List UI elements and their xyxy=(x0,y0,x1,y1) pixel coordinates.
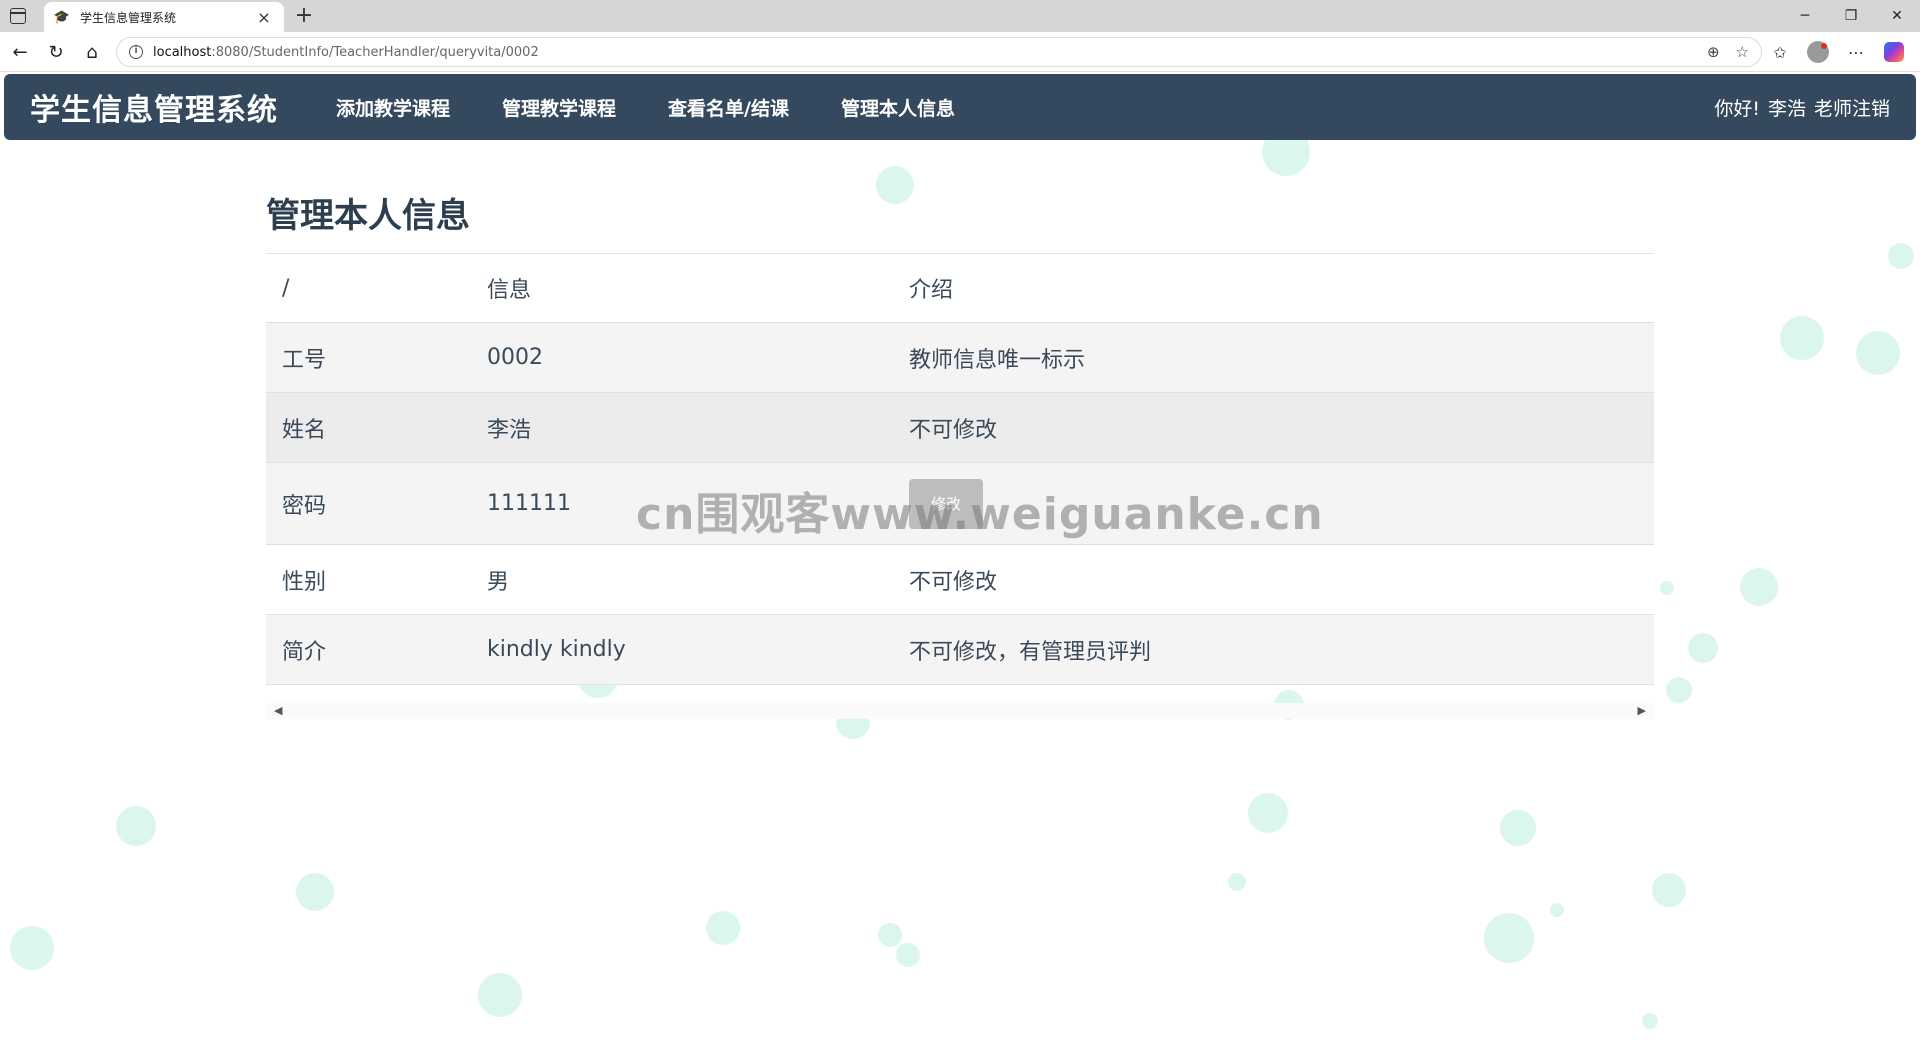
table-row: 简介 kindly kindly 不可修改，有管理员评判 xyxy=(266,614,1654,685)
minimize-icon[interactable]: ─ xyxy=(1782,0,1828,32)
horizontal-scrollbar[interactable]: ◀ ▶ xyxy=(266,703,1654,719)
main-content: 管理本人信息 / 信息 介绍 工号 0002 教师信息唯一标示 姓名 李浩 不可… xyxy=(266,193,1654,719)
logout-link[interactable]: 老师注销 xyxy=(1814,94,1890,121)
column-header: / xyxy=(266,253,471,323)
profile-table: / 信息 介绍 工号 0002 教师信息唯一标示 姓名 李浩 不可修改 密码 1… xyxy=(266,253,1654,685)
restore-icon[interactable]: ❐ xyxy=(1828,0,1874,32)
tab-actions-icon[interactable] xyxy=(10,8,26,24)
nav-manage-profile[interactable]: 管理本人信息 xyxy=(815,94,981,121)
close-tab-icon[interactable]: × xyxy=(254,8,274,27)
more-menu-icon[interactable]: ⋯ xyxy=(1842,38,1870,66)
nav-add-course[interactable]: 添加教学课程 xyxy=(310,94,476,121)
app-brand[interactable]: 学生信息管理系统 xyxy=(30,85,278,129)
table-row: 性别 男 不可修改 xyxy=(266,544,1654,615)
user-name: 李浩 xyxy=(1767,97,1806,120)
row-label: 姓名 xyxy=(266,392,471,463)
browser-toolbar: ← ↻ ⌂ i localhost:8080/StudentInfo/Teach… xyxy=(0,32,1920,72)
row-value: 男 xyxy=(471,544,893,615)
favorite-star-icon[interactable]: ☆ xyxy=(1736,43,1749,61)
row-note: 教师信息唯一标示 xyxy=(893,322,1654,393)
new-tab-button[interactable]: + xyxy=(290,3,318,29)
page-viewport: 学生信息管理系统 添加教学课程 管理教学课程 查看名单/结课 管理本人信息 你好… xyxy=(0,73,1920,1040)
scroll-left-icon[interactable]: ◀ xyxy=(274,704,282,717)
browser-tab-active[interactable]: 🎓 学生信息管理系统 × xyxy=(44,2,284,32)
app-navbar: 学生信息管理系统 添加教学课程 管理教学课程 查看名单/结课 管理本人信息 你好… xyxy=(4,74,1916,140)
scroll-right-icon[interactable]: ▶ xyxy=(1638,704,1646,717)
row-label: 性别 xyxy=(266,544,471,615)
nav-links: 添加教学课程 管理教学课程 查看名单/结课 管理本人信息 xyxy=(310,94,981,121)
page-title: 管理本人信息 xyxy=(266,196,470,236)
row-note: 不可修改 xyxy=(893,392,1654,463)
table-row: 工号 0002 教师信息唯一标示 xyxy=(266,322,1654,393)
watermark-text: cn围观客www.weiguanke.cn xyxy=(636,489,1324,540)
reload-icon[interactable]: ↻ xyxy=(42,38,70,66)
greeting: 你好! xyxy=(1714,97,1760,120)
row-note: 不可修改 xyxy=(893,544,1654,615)
back-icon[interactable]: ← xyxy=(6,38,34,66)
browser-tabstrip: 🎓 学生信息管理系统 × + ─ ❐ ✕ xyxy=(0,0,1920,32)
copilot-icon[interactable] xyxy=(1880,38,1908,66)
close-window-icon[interactable]: ✕ xyxy=(1874,0,1920,32)
tab-title: 学生信息管理系统 xyxy=(80,10,177,25)
window-controls: ─ ❐ ✕ xyxy=(1782,0,1920,32)
home-icon[interactable]: ⌂ xyxy=(78,38,106,66)
profile-avatar-icon[interactable] xyxy=(1804,38,1832,66)
nav-manage-courses[interactable]: 管理教学课程 xyxy=(476,94,642,121)
site-info-icon[interactable]: i xyxy=(129,45,143,59)
favorites-icon[interactable]: ✩ xyxy=(1766,38,1794,66)
row-note: 不可修改，有管理员评判 xyxy=(893,614,1654,685)
favicon-icon: 🎓 xyxy=(53,9,71,25)
row-label: 简介 xyxy=(266,614,471,685)
row-value: kindly kindly xyxy=(471,614,893,685)
row-label: 密码 xyxy=(266,462,471,545)
zoom-icon[interactable]: ⊕ xyxy=(1707,43,1720,61)
table-row: 姓名 李浩 不可修改 xyxy=(266,392,1654,463)
table-header-row: / 信息 介绍 xyxy=(266,253,1654,323)
address-bar[interactable]: i localhost:8080/StudentInfo/TeacherHand… xyxy=(116,37,1762,67)
user-area: 你好! 李浩 老师注销 xyxy=(1714,74,1890,140)
column-header: 信息 xyxy=(471,253,893,323)
url-text[interactable]: localhost:8080/StudentInfo/TeacherHandle… xyxy=(153,45,1707,60)
row-value: 李浩 xyxy=(471,392,893,463)
row-label: 工号 xyxy=(266,322,471,393)
column-header: 介绍 xyxy=(893,253,1654,323)
row-value: 0002 xyxy=(471,322,893,393)
nav-roster-close-course[interactable]: 查看名单/结课 xyxy=(642,94,815,121)
